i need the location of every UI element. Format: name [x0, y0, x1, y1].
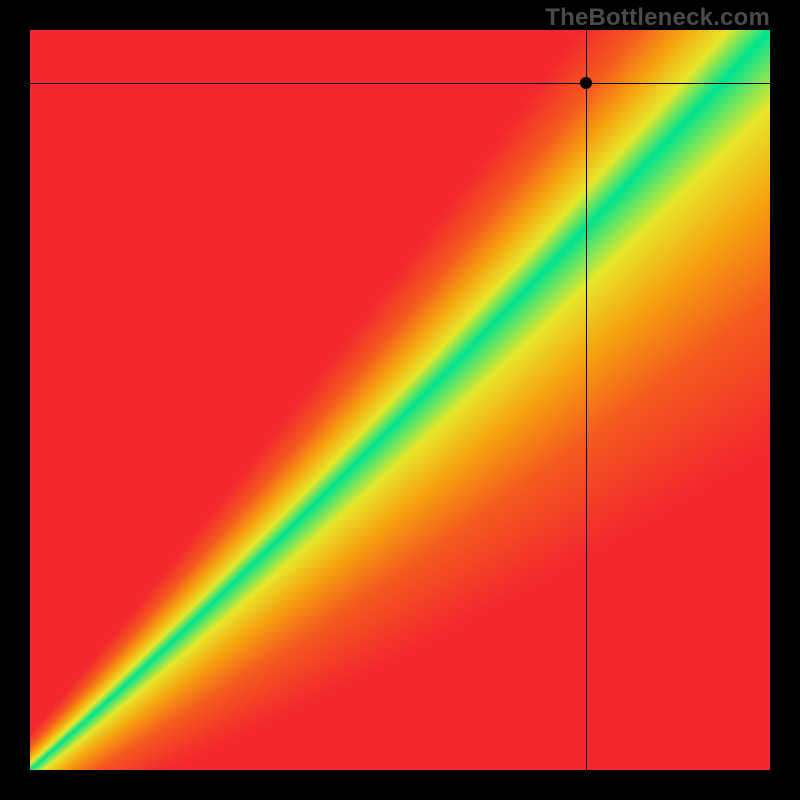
- selection-marker: [580, 77, 592, 89]
- crosshair-vertical: [586, 30, 587, 770]
- heatmap-plot: [30, 30, 770, 770]
- crosshair-horizontal: [30, 83, 770, 84]
- chart-frame: TheBottleneck.com: [0, 0, 800, 800]
- watermark-text: TheBottleneck.com: [545, 4, 770, 32]
- heatmap-canvas: [30, 30, 770, 770]
